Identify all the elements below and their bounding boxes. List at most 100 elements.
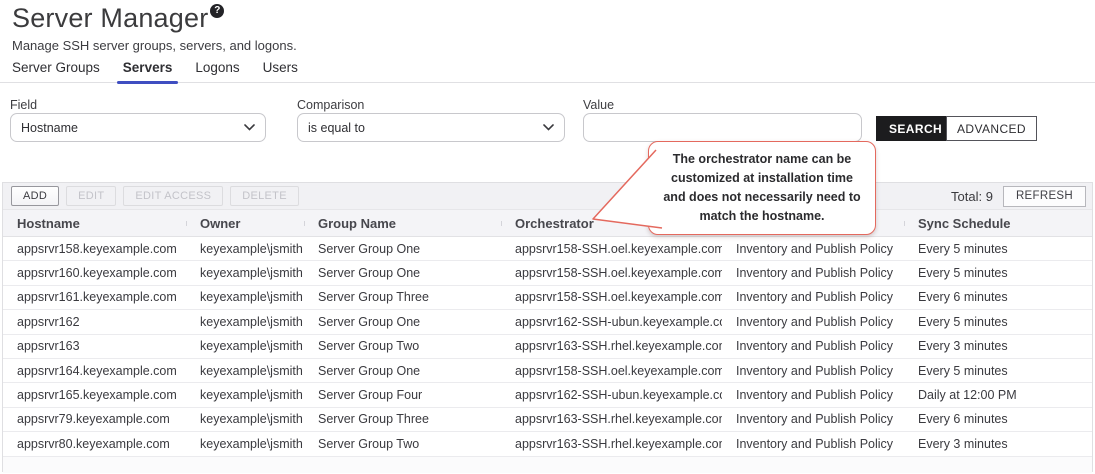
table-cell: Inventory and Publish Policy (722, 266, 904, 280)
field-select-value: Hostname (21, 121, 78, 135)
table-cell: appsrvr161.keyexample.com (3, 290, 186, 304)
page-subtitle: Manage SSH server groups, servers, and l… (12, 38, 297, 53)
chevron-down-icon (543, 124, 554, 131)
table-row[interactable]: appsrvr165.keyexample.comkeyexample\jsmi… (3, 383, 1092, 407)
search-button[interactable]: SEARCH (876, 116, 955, 141)
table-cell: Every 3 minutes (904, 437, 1092, 451)
table-cell: appsrvr80.keyexample.com (3, 437, 186, 451)
table-cell: Every 5 minutes (904, 364, 1092, 378)
table-cell: keyexample\jsmith (186, 339, 304, 353)
tab-logons[interactable]: Logons (195, 60, 239, 83)
tab-server-groups[interactable]: Server Groups (12, 60, 100, 83)
table-row[interactable]: appsrvr80.keyexample.comkeyexample\jsmit… (3, 432, 1092, 456)
table-cell: Inventory and Publish Policy (722, 412, 904, 426)
column-header-group-name: Group Name (304, 216, 501, 231)
table-cell: appsrvr163-SSH.rhel.keyexample.com (501, 437, 722, 451)
delete-button: DELETE (230, 186, 299, 206)
table-cell: Every 6 minutes (904, 290, 1092, 304)
server-manager-page: Server Manager? Manage SSH server groups… (0, 0, 1095, 474)
table-cell: Inventory and Publish Policy (722, 437, 904, 451)
table-cell: keyexample\jsmith (186, 242, 304, 256)
table-cell: appsrvr158-SSH.oel.keyexample.com (501, 266, 722, 280)
chevron-down-icon (244, 124, 255, 131)
table-cell: Server Group Two (304, 339, 501, 353)
table-cell: appsrvr163-SSH.rhel.keyexample.com (501, 412, 722, 426)
table-cell: appsrvr165.keyexample.com (3, 388, 186, 402)
table-row[interactable]: appsrvr163keyexample\jsmithServer Group … (3, 335, 1092, 359)
table-cell: keyexample\jsmith (186, 388, 304, 402)
table-cell: appsrvr158-SSH.oel.keyexample.com (501, 364, 722, 378)
tab-bar: Server Groups Servers Logons Users (0, 60, 1095, 83)
table-cell: Server Group One (304, 315, 501, 329)
table-cell: appsrvr163-SSH.rhel.keyexample.com (501, 339, 722, 353)
table-cell: Every 5 minutes (904, 242, 1092, 256)
table-cell: Every 6 minutes (904, 412, 1092, 426)
table-cell: Inventory and Publish Policy (722, 339, 904, 353)
table-cell: appsrvr162-SSH-ubun.keyexample.com (501, 315, 722, 329)
table-row[interactable]: appsrvr161.keyexample.comkeyexample\jsmi… (3, 286, 1092, 310)
table-cell: Server Group One (304, 266, 501, 280)
advanced-button[interactable]: ADVANCED (946, 116, 1037, 141)
table-cell: appsrvr162-SSH-ubun.keyexample.com (501, 388, 722, 402)
tab-servers[interactable]: Servers (123, 60, 173, 83)
table-cell: Inventory and Publish Policy (722, 315, 904, 329)
comparison-select-value: is equal to (308, 121, 365, 135)
tab-users[interactable]: Users (263, 60, 298, 83)
table-row[interactable]: appsrvr164.keyexample.comkeyexample\jsmi… (3, 359, 1092, 383)
column-header-sync-schedule: Sync Schedule (904, 216, 1092, 231)
table-body: appsrvr158.keyexample.comkeyexample\jsmi… (3, 237, 1092, 457)
table-cell: appsrvr158-SSH.oel.keyexample.com (501, 290, 722, 304)
table-cell: appsrvr79.keyexample.com (3, 412, 186, 426)
table-cell: keyexample\jsmith (186, 437, 304, 451)
table-cell: Server Group One (304, 364, 501, 378)
table-cell: appsrvr158-SSH.oel.keyexample.com (501, 242, 722, 256)
total-count: Total: 9 (951, 189, 993, 204)
table-cell: Inventory and Publish Policy (722, 290, 904, 304)
page-title: Server Manager? (12, 3, 224, 34)
table-cell: appsrvr160.keyexample.com (3, 266, 186, 280)
table-cell: Every 3 minutes (904, 339, 1092, 353)
table-cell: keyexample\jsmith (186, 364, 304, 378)
table-cell: Inventory and Publish Policy (722, 388, 904, 402)
table-cell: keyexample\jsmith (186, 412, 304, 426)
table-cell: Every 5 minutes (904, 315, 1092, 329)
table-cell: appsrvr162 (3, 315, 186, 329)
help-icon[interactable]: ? (210, 4, 224, 18)
comparison-select[interactable]: is equal to (297, 113, 565, 142)
servers-table: ADD EDIT EDIT ACCESS DELETE Total: 9 REF… (2, 182, 1093, 472)
edit-access-button: EDIT ACCESS (123, 186, 223, 206)
table-cell: Daily at 12:00 PM (904, 388, 1092, 402)
value-input[interactable] (583, 113, 862, 142)
table-row[interactable]: appsrvr158.keyexample.comkeyexample\jsmi… (3, 237, 1092, 261)
add-button[interactable]: ADD (11, 186, 59, 206)
table-cell: Every 5 minutes (904, 266, 1092, 280)
table-row[interactable]: appsrvr162keyexample\jsmithServer Group … (3, 310, 1092, 334)
table-toolbar: ADD EDIT EDIT ACCESS DELETE Total: 9 REF… (3, 183, 1092, 210)
column-header-owner: Owner (186, 216, 304, 231)
table-cell: keyexample\jsmith (186, 290, 304, 304)
table-cell: Server Group Four (304, 388, 501, 402)
edit-button: EDIT (66, 186, 116, 206)
table-cell: keyexample\jsmith (186, 266, 304, 280)
table-cell: appsrvr158.keyexample.com (3, 242, 186, 256)
table-row[interactable]: appsrvr160.keyexample.comkeyexample\jsmi… (3, 261, 1092, 285)
table-cell: Inventory and Publish Policy (722, 242, 904, 256)
table-cell: keyexample\jsmith (186, 315, 304, 329)
table-row[interactable]: appsrvr79.keyexample.comkeyexample\jsmit… (3, 408, 1092, 432)
value-label: Value (583, 98, 614, 112)
table-cell: appsrvr163 (3, 339, 186, 353)
table-cell: Server Group Three (304, 412, 501, 426)
table-header-row: HostnameOwnerGroup NameOrchestratorSync … (3, 210, 1092, 237)
column-header-hostname: Hostname (3, 216, 186, 231)
table-cell: Server Group Three (304, 290, 501, 304)
table-cell: Inventory and Publish Policy (722, 364, 904, 378)
table-cell: Server Group Two (304, 437, 501, 451)
field-select[interactable]: Hostname (10, 113, 266, 142)
table-cell: Server Group One (304, 242, 501, 256)
table-cell: appsrvr164.keyexample.com (3, 364, 186, 378)
table-footer (3, 457, 1092, 473)
refresh-button[interactable]: REFRESH (1003, 186, 1086, 207)
comparison-label: Comparison (297, 98, 364, 112)
orchestrator-callout: The orchestrator name can be customized … (648, 141, 876, 235)
field-label: Field (10, 98, 37, 112)
